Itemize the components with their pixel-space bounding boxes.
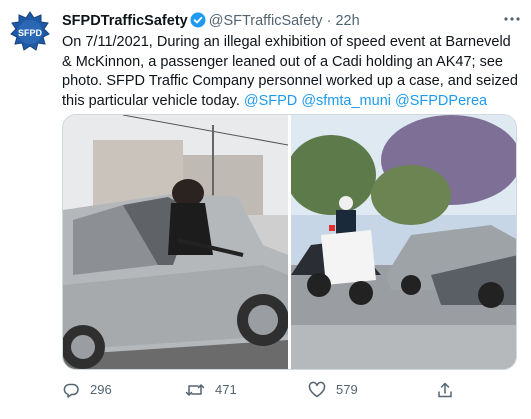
photo-police-scene[interactable] — [291, 115, 517, 370]
retweet-icon — [185, 384, 205, 396]
photo-car-passenger[interactable] — [63, 115, 288, 370]
action-bar: 296 471 579 — [62, 380, 522, 400]
tweet-text: On 7/11/2021, During an illegal exhibiti… — [62, 33, 522, 111]
reply-icon — [63, 383, 79, 398]
retweet-count: 471 — [215, 382, 237, 397]
retweet-button[interactable]: 471 — [185, 380, 237, 400]
user-handle[interactable]: @SFTrafficSafety — [209, 13, 323, 29]
reply-count: 296 — [90, 382, 112, 397]
share-button[interactable] — [436, 380, 464, 400]
display-name[interactable]: SFPDTrafficSafety — [62, 13, 188, 29]
share-icon — [438, 382, 452, 398]
mention-link[interactable]: @sfmta_muni — [301, 93, 391, 109]
mention-link[interactable]: @SFPDPerea — [395, 93, 487, 109]
avatar[interactable]: SFPD — [8, 10, 52, 54]
like-count: 579 — [336, 382, 358, 397]
like-button[interactable]: 579 — [308, 380, 358, 400]
avatar-logo-text: SFPD — [18, 28, 43, 38]
media-grid — [62, 114, 517, 370]
heart-icon — [308, 381, 326, 398]
tweet-card[interactable]: SFPD SFPDTrafficSafety @SFTrafficSafety ·… — [0, 0, 531, 419]
more-options-icon[interactable] — [503, 10, 521, 33]
mention-link[interactable]: @SFPD — [244, 93, 297, 109]
tweet-header: SFPDTrafficSafety @SFTrafficSafety · 22h — [62, 11, 522, 31]
separator-dot: · — [326, 13, 332, 29]
timestamp[interactable]: 22h — [335, 13, 359, 29]
verified-badge-icon — [190, 12, 206, 34]
reply-button[interactable]: 296 — [62, 380, 112, 400]
